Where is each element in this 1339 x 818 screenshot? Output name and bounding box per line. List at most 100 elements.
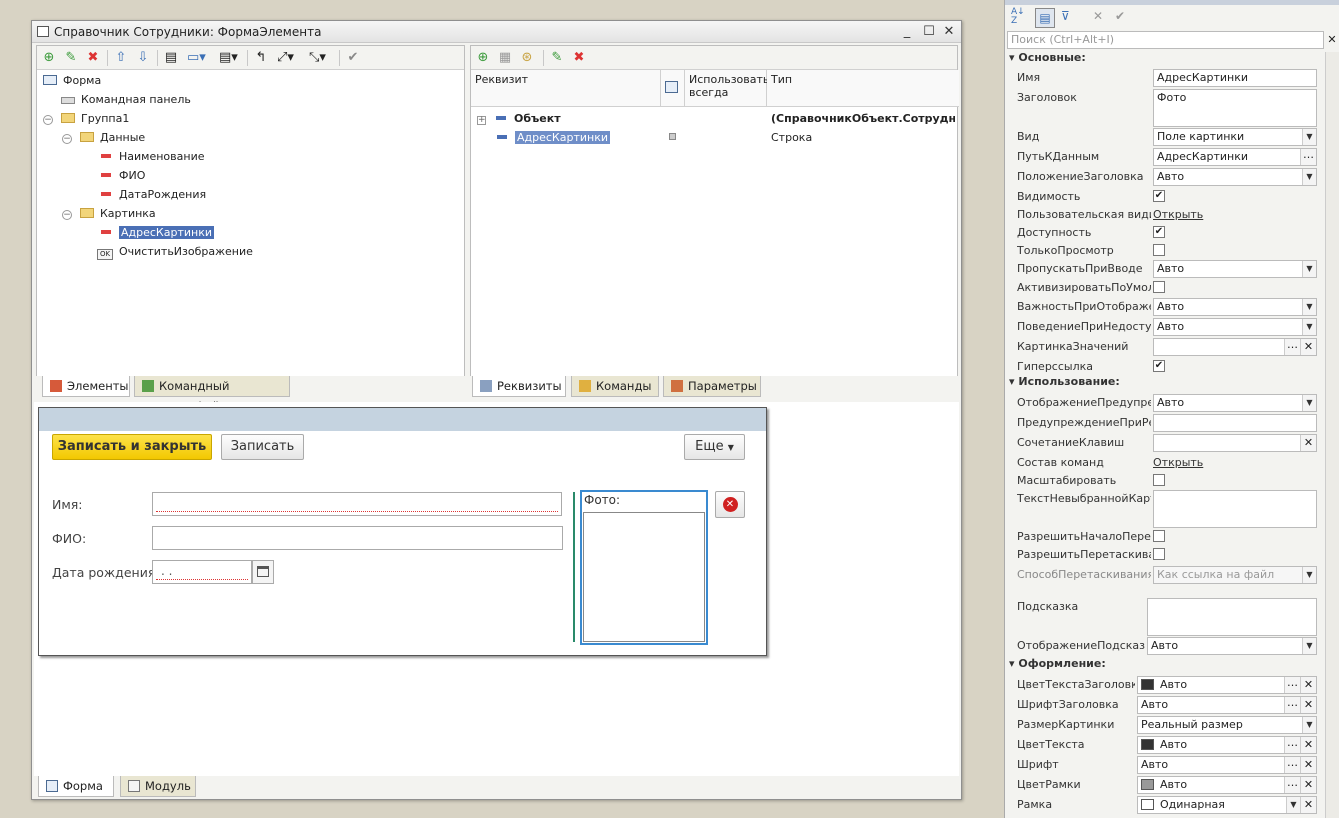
tree-item-data-group[interactable]: − Данные bbox=[62, 129, 145, 147]
clear-icon[interactable]: ✕ bbox=[1300, 777, 1316, 793]
clear-icon[interactable]: ✕ bbox=[1300, 435, 1316, 451]
tree-item-form[interactable]: Форма bbox=[43, 72, 101, 90]
chevron-down-icon[interactable]: ▼ bbox=[1302, 169, 1316, 185]
resize-dropdown-icon[interactable]: ⤢▾ bbox=[277, 50, 294, 66]
property-checkbox[interactable]: ✔ bbox=[1153, 226, 1165, 238]
chevron-down-icon[interactable]: ▼ bbox=[1302, 395, 1316, 411]
ellipsis-icon[interactable]: … bbox=[1284, 737, 1300, 753]
delete-icon[interactable]: ✖ bbox=[85, 50, 101, 66]
use-always-checkbox[interactable] bbox=[669, 133, 676, 140]
column-header-use-always[interactable]: Использовать всегда bbox=[685, 70, 769, 107]
tab-form[interactable]: Форма bbox=[38, 776, 114, 797]
save-and-close-button[interactable]: Записать и закрыть bbox=[52, 434, 212, 460]
tree-item-group1[interactable]: − Группа1 bbox=[43, 110, 129, 128]
property-value-field[interactable] bbox=[1147, 598, 1317, 636]
property-value-field[interactable]: Авто ▼ bbox=[1153, 260, 1317, 278]
stretch-dropdown-icon[interactable]: ⤡▾ bbox=[309, 50, 326, 66]
property-value-field[interactable]: Авто ▼ bbox=[1153, 394, 1317, 412]
property-checkbox[interactable] bbox=[1153, 281, 1165, 293]
property-value-field[interactable]: Как ссылка на файл ▼ bbox=[1153, 566, 1317, 584]
add-nested-icon[interactable]: ⊛ bbox=[519, 50, 535, 66]
expand-icon[interactable]: + bbox=[477, 116, 486, 125]
filter-icon[interactable]: ⊽ bbox=[1061, 9, 1070, 23]
section-main[interactable]: ▾ Основные: bbox=[1009, 51, 1086, 64]
property-checkbox[interactable] bbox=[1153, 548, 1165, 560]
name-input[interactable] bbox=[152, 492, 562, 516]
chevron-down-icon[interactable]: ▼ bbox=[1302, 129, 1316, 145]
tree-item-clear-image[interactable]: OK ОчиститьИзображение bbox=[97, 243, 253, 261]
tree-item-naimenovanie[interactable]: Наименование bbox=[99, 148, 204, 166]
tab-parameters[interactable]: Параметры bbox=[663, 376, 761, 397]
collapse-icon[interactable]: − bbox=[62, 210, 72, 220]
tree-item-fio[interactable]: ФИО bbox=[99, 167, 145, 185]
tab-attributes[interactable]: Реквизиты bbox=[472, 376, 566, 397]
clear-icon[interactable]: ✕ bbox=[1300, 757, 1316, 773]
tab-commands[interactable]: Команды bbox=[571, 376, 659, 397]
ellipsis-icon[interactable]: … bbox=[1284, 777, 1300, 793]
property-value-field[interactable]: Авто ▼ bbox=[1153, 318, 1317, 336]
maximize-icon[interactable]: ☐ bbox=[919, 21, 939, 43]
chevron-down-icon[interactable]: ▼ bbox=[1302, 567, 1316, 583]
column-header-type[interactable]: Тип bbox=[767, 70, 959, 107]
property-value-field[interactable]: Авто ▼ bbox=[1153, 168, 1317, 186]
birthdate-input[interactable]: . . bbox=[152, 560, 252, 584]
clear-icon[interactable]: ✕ bbox=[1300, 339, 1316, 355]
property-value-field[interactable]: АдресКартинки bbox=[1153, 69, 1317, 87]
ellipsis-icon[interactable]: … bbox=[1300, 149, 1316, 165]
section-appearance[interactable]: ▾ Оформление: bbox=[1009, 657, 1106, 670]
calendar-button[interactable] bbox=[252, 560, 274, 584]
property-link[interactable]: Открыть bbox=[1153, 205, 1203, 225]
chevron-down-icon[interactable]: ▼ bbox=[1302, 717, 1316, 733]
ellipsis-icon[interactable]: … bbox=[1284, 677, 1300, 693]
property-value-field[interactable]: Авто ✕… bbox=[1137, 736, 1317, 754]
apply-check-icon[interactable]: ✔ bbox=[1115, 9, 1125, 23]
chevron-down-icon[interactable]: ▼ bbox=[1302, 319, 1316, 335]
property-value-field[interactable]: Авто ✕… bbox=[1137, 756, 1317, 774]
tab-elements[interactable]: Элементы bbox=[42, 376, 130, 397]
tree-item-birthdate[interactable]: ДатаРождения bbox=[99, 186, 206, 204]
chevron-down-icon[interactable]: ▼ bbox=[1302, 638, 1316, 654]
add-icon[interactable]: ⊕ bbox=[41, 50, 57, 66]
property-value-field[interactable]: Поле картинки ▼ bbox=[1153, 128, 1317, 146]
property-value-field[interactable] bbox=[1153, 490, 1317, 528]
property-value-field[interactable]: ✕ bbox=[1153, 434, 1317, 452]
attribute-row-picture-address[interactable]: АдресКартинки bbox=[495, 129, 611, 147]
property-checkbox[interactable]: ✔ bbox=[1153, 360, 1165, 372]
add-attribute-icon[interactable]: ⊕ bbox=[475, 50, 491, 66]
sort-az-icon[interactable]: A↓ Z bbox=[1011, 8, 1029, 26]
more-button[interactable]: Еще ▼ bbox=[684, 434, 745, 460]
categories-icon[interactable]: ▤ bbox=[1035, 8, 1055, 28]
property-checkbox[interactable]: ✔ bbox=[1153, 190, 1165, 202]
tab-module[interactable]: Модуль bbox=[120, 776, 196, 797]
clear-value-icon[interactable]: ✕ bbox=[1093, 9, 1103, 23]
ellipsis-icon[interactable]: … bbox=[1284, 339, 1300, 355]
delete-attribute-icon[interactable]: ✖ bbox=[571, 50, 587, 66]
column-header-icon[interactable] bbox=[661, 70, 685, 107]
save-button[interactable]: Записать bbox=[221, 434, 304, 460]
property-value-field[interactable]: Авто ✕… bbox=[1137, 776, 1317, 794]
clear-icon[interactable]: ✕ bbox=[1300, 797, 1316, 813]
property-value-field[interactable]: Одинарная ✕ ▼ bbox=[1137, 796, 1317, 814]
group-dropdown-icon[interactable]: ▤▾ bbox=[219, 50, 238, 66]
check-icon[interactable]: ✔ bbox=[345, 50, 361, 66]
chevron-down-icon[interactable]: ▼ bbox=[1286, 797, 1300, 813]
property-value-field[interactable]: АдресКартинки… bbox=[1153, 148, 1317, 166]
search-clear-icon[interactable]: ✕ bbox=[1325, 31, 1339, 49]
property-checkbox[interactable] bbox=[1153, 244, 1165, 256]
tree-item-command-panel[interactable]: Командная панель bbox=[61, 91, 191, 109]
photo-field[interactable]: Фото: bbox=[580, 490, 708, 645]
clear-image-button[interactable]: ✕ bbox=[715, 491, 745, 518]
property-value-field[interactable]: Реальный размер ▼ bbox=[1137, 716, 1317, 734]
ellipsis-icon[interactable]: … bbox=[1284, 697, 1300, 713]
property-value-field[interactable]: Авто ✕… bbox=[1137, 676, 1317, 694]
clear-icon[interactable]: ✕ bbox=[1300, 677, 1316, 693]
attribute-row-object[interactable]: + Объект bbox=[477, 110, 561, 128]
clear-icon[interactable]: ✕ bbox=[1300, 737, 1316, 753]
edit-attribute-icon[interactable]: ✎ bbox=[549, 50, 565, 66]
fio-input[interactable] bbox=[152, 526, 563, 550]
close-icon[interactable]: ✕ bbox=[939, 21, 959, 43]
collapse-icon[interactable]: − bbox=[62, 134, 72, 144]
tree-item-picture-group[interactable]: − Картинка bbox=[62, 205, 156, 223]
photo-picture-box[interactable] bbox=[583, 512, 705, 642]
property-value-field[interactable] bbox=[1153, 414, 1317, 432]
